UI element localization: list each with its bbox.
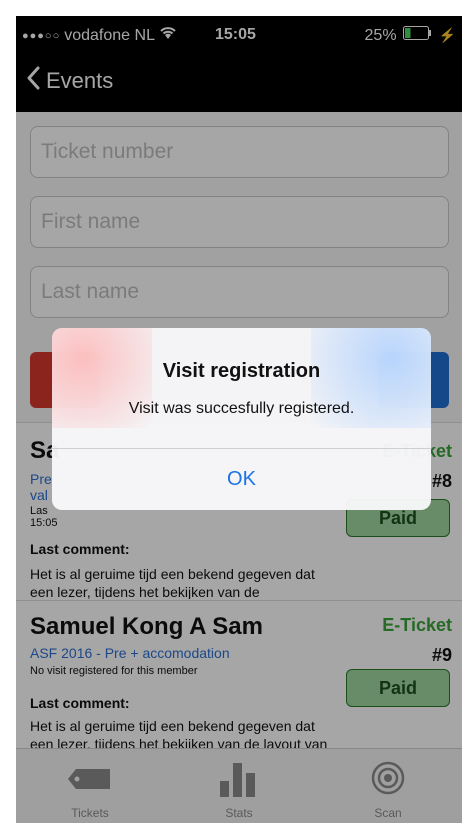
ok-button[interactable]: OK bbox=[52, 449, 431, 510]
alert-message: Visit was succesfully registered. bbox=[128, 400, 355, 417]
phone-screen: ●●●○○ vodafone NL 15:05 25% ⚡ Events Tic… bbox=[16, 16, 462, 823]
alert-dialog: Visit registration Visit was succesfully… bbox=[52, 328, 431, 510]
alert-title: Visit registration bbox=[162, 360, 321, 382]
